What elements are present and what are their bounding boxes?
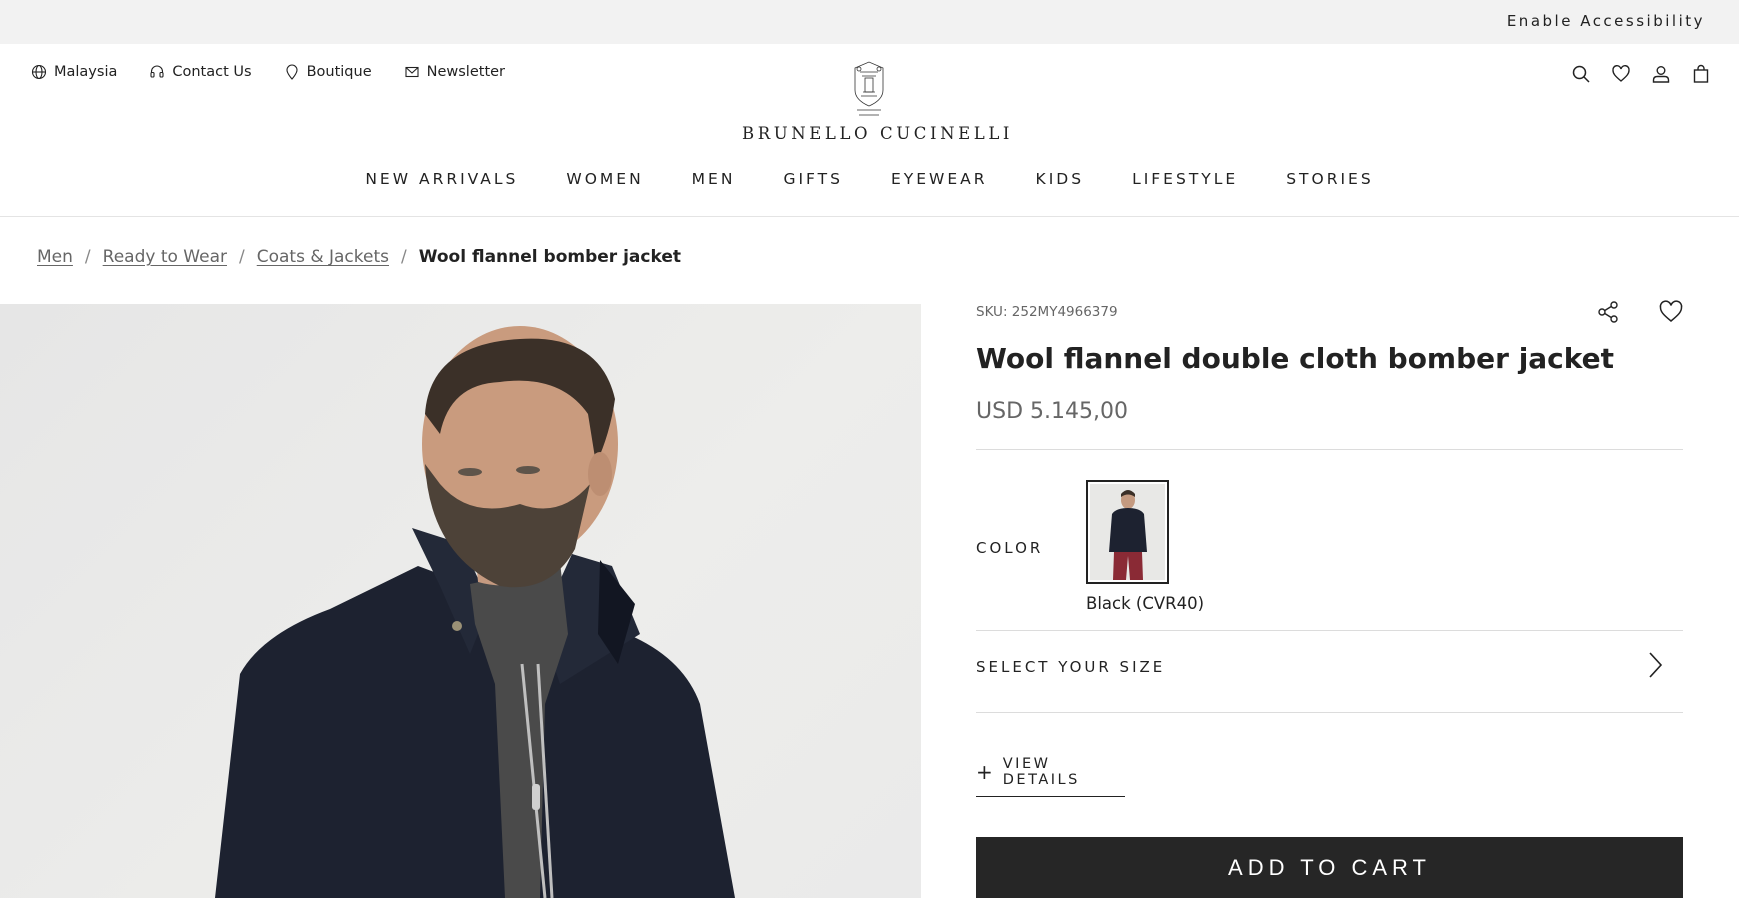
search-icon[interactable] — [1571, 64, 1591, 84]
main-nav: NEW ARRIVALS WOMEN MEN GIFTS EYEWEAR KID… — [0, 170, 1739, 188]
product-image-gallery[interactable] — [0, 304, 921, 898]
nav-stories[interactable]: STORIES — [1286, 170, 1373, 188]
color-label: COLOR — [976, 539, 1044, 557]
view-details-toggle[interactable]: + VIEW DETAILS — [976, 756, 1125, 797]
boutique-link[interactable]: Boutique — [284, 64, 372, 80]
breadcrumb-current: Wool flannel bomber jacket — [418, 247, 681, 267]
divider — [976, 712, 1683, 713]
nav-gifts[interactable]: GIFTS — [783, 170, 843, 188]
nav-new-arrivals[interactable]: NEW ARRIVALS — [365, 170, 518, 188]
nav-women[interactable]: WOMEN — [566, 170, 643, 188]
product-photo — [215, 326, 735, 898]
chevron-right-icon — [1649, 652, 1663, 678]
plus-icon: + — [976, 760, 993, 784]
heart-icon[interactable] — [1611, 64, 1631, 84]
breadcrumb-ready-to-wear[interactable]: Ready to Wear — [103, 247, 227, 267]
share-icon[interactable] — [1596, 300, 1620, 324]
user-icon[interactable] — [1651, 64, 1671, 84]
accessibility-bar: Enable Accessibility — [0, 0, 1739, 44]
product-sku: SKU: 252MY4966379 — [976, 304, 1118, 320]
swatch-thumbnail-image — [1109, 490, 1147, 580]
contact-us-link[interactable]: Contact Us — [149, 64, 252, 80]
nav-men[interactable]: MEN — [692, 170, 736, 188]
location-pin-icon — [286, 64, 298, 80]
add-to-cart-button[interactable]: ADD TO CART — [976, 837, 1683, 898]
nav-eyewear[interactable]: EYEWEAR — [891, 170, 988, 188]
headset-icon — [150, 65, 164, 78]
newsletter-label: Newsletter — [426, 64, 506, 80]
color-name: Black (CVR40) — [1086, 594, 1205, 613]
nav-kids[interactable]: KIDS — [1036, 170, 1085, 188]
breadcrumb-separator: / — [238, 247, 245, 267]
select-size-button[interactable]: SELECT YOUR SIZE — [976, 646, 1683, 686]
divider — [976, 630, 1683, 631]
color-swatch-black[interactable] — [1086, 480, 1169, 584]
wishlist-heart-icon[interactable] — [1658, 300, 1684, 324]
breadcrumb-separator: / — [401, 247, 407, 267]
breadcrumb-coats-jackets[interactable]: Coats & Jackets — [257, 247, 389, 267]
contact-us-label: Contact Us — [172, 64, 252, 80]
newsletter-link[interactable]: Newsletter — [404, 64, 505, 80]
breadcrumb: Men / Ready to Wear / Coats & Jackets / … — [37, 247, 681, 267]
brand-crest-icon — [854, 61, 884, 116]
product-title: Wool flannel double cloth bomber jacket — [976, 342, 1615, 375]
size-label: SELECT YOUR SIZE — [976, 658, 1166, 676]
region-label: Malaysia — [54, 64, 118, 80]
header-actions — [1571, 64, 1711, 84]
globe-icon — [31, 64, 47, 80]
divider — [976, 449, 1683, 450]
utility-nav: Malaysia Contact Us Boutique Newsletter — [31, 64, 505, 80]
nav-lifestyle[interactable]: LIFESTYLE — [1132, 170, 1238, 188]
product-price: USD 5.145,00 — [976, 399, 1128, 424]
enable-accessibility-link[interactable]: Enable Accessibility — [1507, 12, 1705, 30]
swatch-thumbnail — [1090, 484, 1165, 580]
brand-logo[interactable]: BRUNELLO CUCINELLI — [742, 60, 1014, 143]
boutique-label: Boutique — [306, 64, 372, 80]
breadcrumb-separator: / — [84, 247, 91, 267]
region-selector[interactable]: Malaysia — [31, 64, 117, 80]
breadcrumb-men[interactable]: Men — [37, 247, 73, 267]
site-header: Malaysia Contact Us Boutique Newsletter — [0, 44, 1739, 217]
brand-name: BRUNELLO CUCINELLI — [742, 124, 1014, 143]
view-details-label: VIEW DETAILS — [1002, 756, 1080, 788]
envelope-icon — [405, 66, 419, 78]
bag-icon[interactable] — [1691, 64, 1711, 84]
